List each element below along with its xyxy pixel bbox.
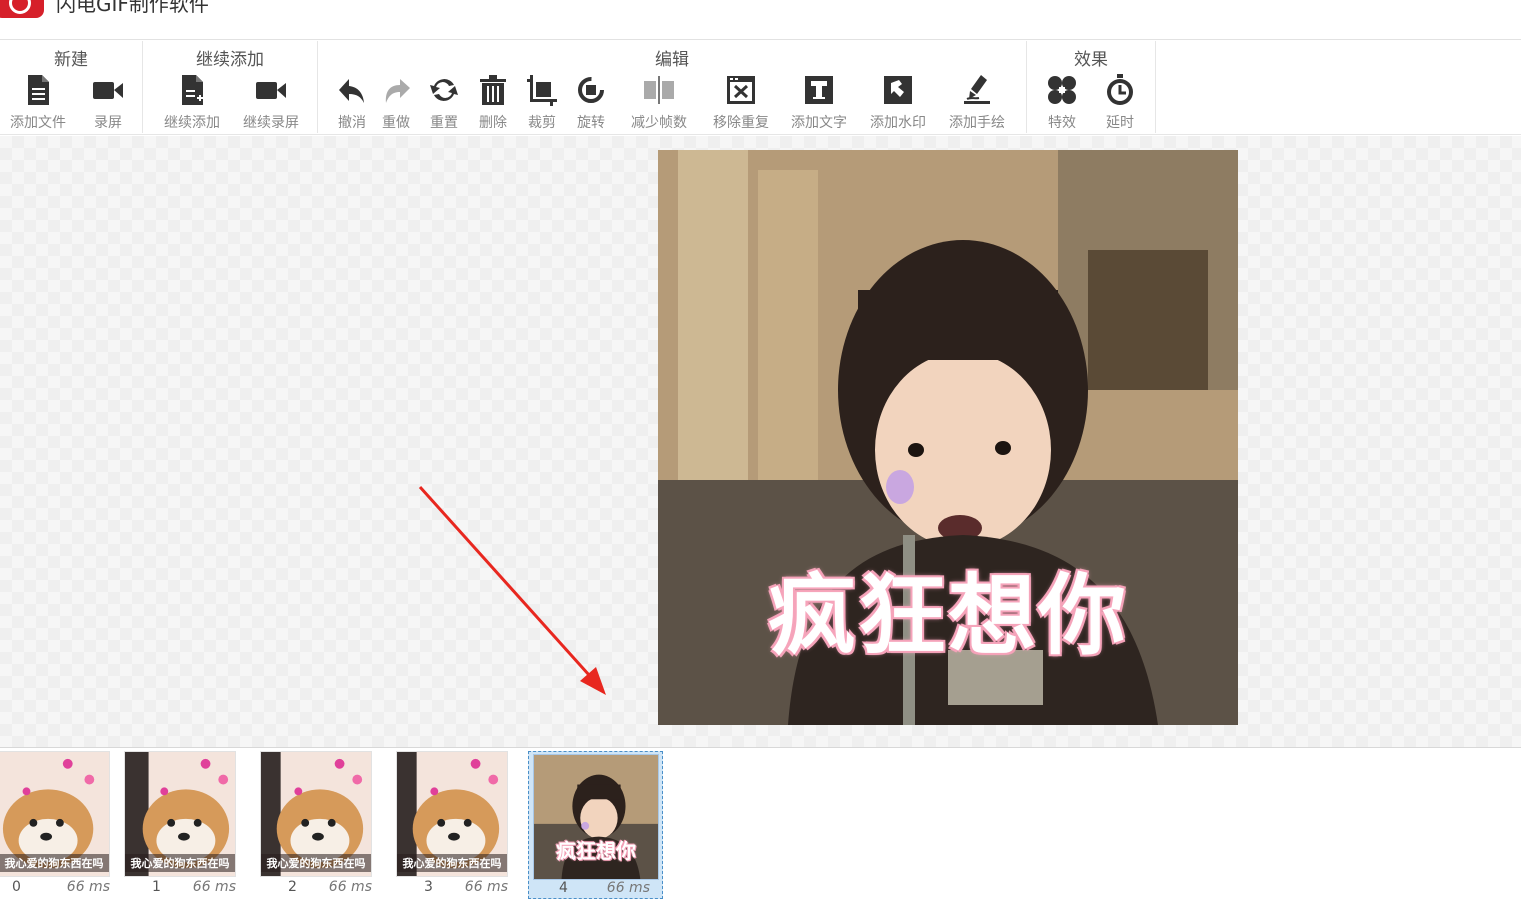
group-new: 新建 添加文件 录屏 <box>0 41 143 133</box>
undo-icon <box>336 73 368 107</box>
video-camera-icon <box>92 73 124 107</box>
continue-add-label: 继续添加 <box>164 115 220 131</box>
trash-icon <box>477 73 509 107</box>
add-text-icon <box>803 73 835 107</box>
reduce-frames-label: 减少帧数 <box>631 115 687 131</box>
video-camera-icon <box>255 73 287 107</box>
redo-button[interactable]: 重做 <box>378 73 414 132</box>
add-watermark-label: 添加水印 <box>870 115 926 131</box>
pen-icon <box>961 73 993 107</box>
add-file-button[interactable]: 添加文件 <box>6 73 70 132</box>
watermark-icon <box>882 73 914 107</box>
frame-index: 0 <box>12 879 21 895</box>
app-title: 闪电GIF制作软件 <box>56 0 209 16</box>
frame-delay[interactable]: 66 ms <box>607 880 650 896</box>
preview-caption: 疯狂想你 <box>767 564 1128 667</box>
frame-thumb-caption: 我心爱的狗东西在吗 <box>397 854 507 872</box>
effects-button[interactable]: 特效 <box>1044 73 1080 132</box>
undo-button[interactable]: 撤消 <box>334 73 370 132</box>
add-text-label: 添加文字 <box>791 115 847 131</box>
undo-label: 撤消 <box>338 115 366 131</box>
remove-duplicates-button[interactable]: 移除重复 <box>708 73 774 132</box>
group-edit: 编辑 撤消 重做 重置 删除 裁剪 旋转 减少帧数 移除重复 添加文字 添加水印… <box>318 41 1027 133</box>
frame-index: 3 <box>424 879 433 895</box>
delete-button[interactable]: 删除 <box>475 73 511 132</box>
frame-filmstrip: 我心爱的狗东西在吗 0 66 ms 我心爱的狗东西在吗 1 66 ms 我心爱的… <box>0 749 1521 901</box>
reduce-frames-button[interactable]: 减少帧数 <box>624 73 694 132</box>
effects-label: 特效 <box>1048 115 1076 131</box>
crop-button[interactable]: 裁剪 <box>524 73 560 132</box>
redo-label: 重做 <box>382 115 410 131</box>
frame-thumbnail-4[interactable]: 疯狂想你 4 66 ms <box>528 751 663 899</box>
frame-delay[interactable]: 66 ms <box>465 879 508 895</box>
app-logo-icon <box>0 0 44 18</box>
timer-icon <box>1104 73 1136 107</box>
app-window: 闪电GIF制作软件 新建 添加文件 录屏 继续添加 继续添加 继续录屏 编辑 撤… <box>0 0 1521 901</box>
add-file-icon <box>22 73 54 107</box>
frame-thumbnail-3[interactable]: 我心爱的狗东西在吗 3 66 ms <box>396 751 526 899</box>
group-title: 继续添加 <box>196 50 264 70</box>
remove-duplicates-icon <box>725 73 757 107</box>
frame-delay[interactable]: 66 ms <box>67 879 110 895</box>
frame-thumbnail-0[interactable]: 我心爱的狗东西在吗 0 66 ms <box>0 751 128 899</box>
rotate-icon <box>575 73 607 107</box>
frame-thumbnail-2[interactable]: 我心爱的狗东西在吗 2 66 ms <box>260 751 390 899</box>
frame-thumb-caption: 我心爱的狗东西在吗 <box>261 854 371 872</box>
red-arrow-annotation <box>418 485 606 695</box>
crop-icon <box>526 73 558 107</box>
rotate-button[interactable]: 旋转 <box>573 73 609 132</box>
canvas-area[interactable]: 疯狂想你 <box>0 136 1521 748</box>
record-screen-label: 录屏 <box>94 115 122 131</box>
add-file-label: 添加文件 <box>10 115 66 131</box>
add-drawing-label: 添加手绘 <box>949 115 1005 131</box>
rotate-label: 旋转 <box>577 115 605 131</box>
frame-index: 1 <box>152 879 161 895</box>
effects-icon <box>1046 73 1078 107</box>
reset-button[interactable]: 重置 <box>426 73 462 132</box>
group-title: 效果 <box>1074 50 1108 70</box>
continue-add-file-icon <box>176 73 208 107</box>
continue-record-label: 继续录屏 <box>243 115 299 131</box>
continue-record-button[interactable]: 继续录屏 <box>238 73 304 132</box>
frame-thumb-caption: 我心爱的狗东西在吗 <box>0 854 109 872</box>
group-effects: 效果 特效 延时 <box>1027 41 1156 133</box>
frame-index: 4 <box>559 880 568 896</box>
continue-add-button[interactable]: 继续添加 <box>159 73 225 132</box>
frame-delay[interactable]: 66 ms <box>329 879 372 895</box>
frame-thumb-image: 我心爱的狗东西在吗 <box>260 751 372 877</box>
group-title: 编辑 <box>655 50 689 70</box>
add-drawing-button[interactable]: 添加手绘 <box>944 73 1010 132</box>
group-continue-add: 继续添加 继续添加 继续录屏 <box>143 41 318 133</box>
frame-thumb-image: 我心爱的狗东西在吗 <box>124 751 236 877</box>
preview-image: 疯狂想你 <box>658 150 1238 725</box>
delete-label: 删除 <box>479 115 507 131</box>
reset-label: 重置 <box>430 115 458 131</box>
delay-button[interactable]: 延时 <box>1102 73 1138 132</box>
remove-duplicates-label: 移除重复 <box>713 115 769 131</box>
frame-thumbnail-1[interactable]: 我心爱的狗东西在吗 1 66 ms <box>124 751 254 899</box>
group-title: 新建 <box>54 50 88 70</box>
reduce-frames-icon <box>643 73 675 107</box>
title-bar: 闪电GIF制作软件 <box>0 0 1521 40</box>
delay-label: 延时 <box>1106 115 1134 131</box>
reset-icon <box>428 73 460 107</box>
ribbon-toolbar: 新建 添加文件 录屏 继续添加 继续添加 继续录屏 编辑 撤消 重做 重置 删除… <box>0 41 1521 135</box>
crop-label: 裁剪 <box>528 115 556 131</box>
frame-thumb-caption: 疯狂想你 <box>556 839 636 863</box>
frame-thumb-image: 疯狂想你 <box>533 754 659 880</box>
frame-index: 2 <box>288 879 297 895</box>
redo-icon <box>380 73 412 107</box>
frame-thumb-image: 我心爱的狗东西在吗 <box>396 751 508 877</box>
add-watermark-button[interactable]: 添加水印 <box>865 73 931 132</box>
frame-thumb-caption: 我心爱的狗东西在吗 <box>125 854 235 872</box>
add-text-button[interactable]: 添加文字 <box>786 73 852 132</box>
record-screen-button[interactable]: 录屏 <box>86 73 130 132</box>
frame-thumb-image: 我心爱的狗东西在吗 <box>0 751 110 877</box>
frame-delay[interactable]: 66 ms <box>193 879 236 895</box>
